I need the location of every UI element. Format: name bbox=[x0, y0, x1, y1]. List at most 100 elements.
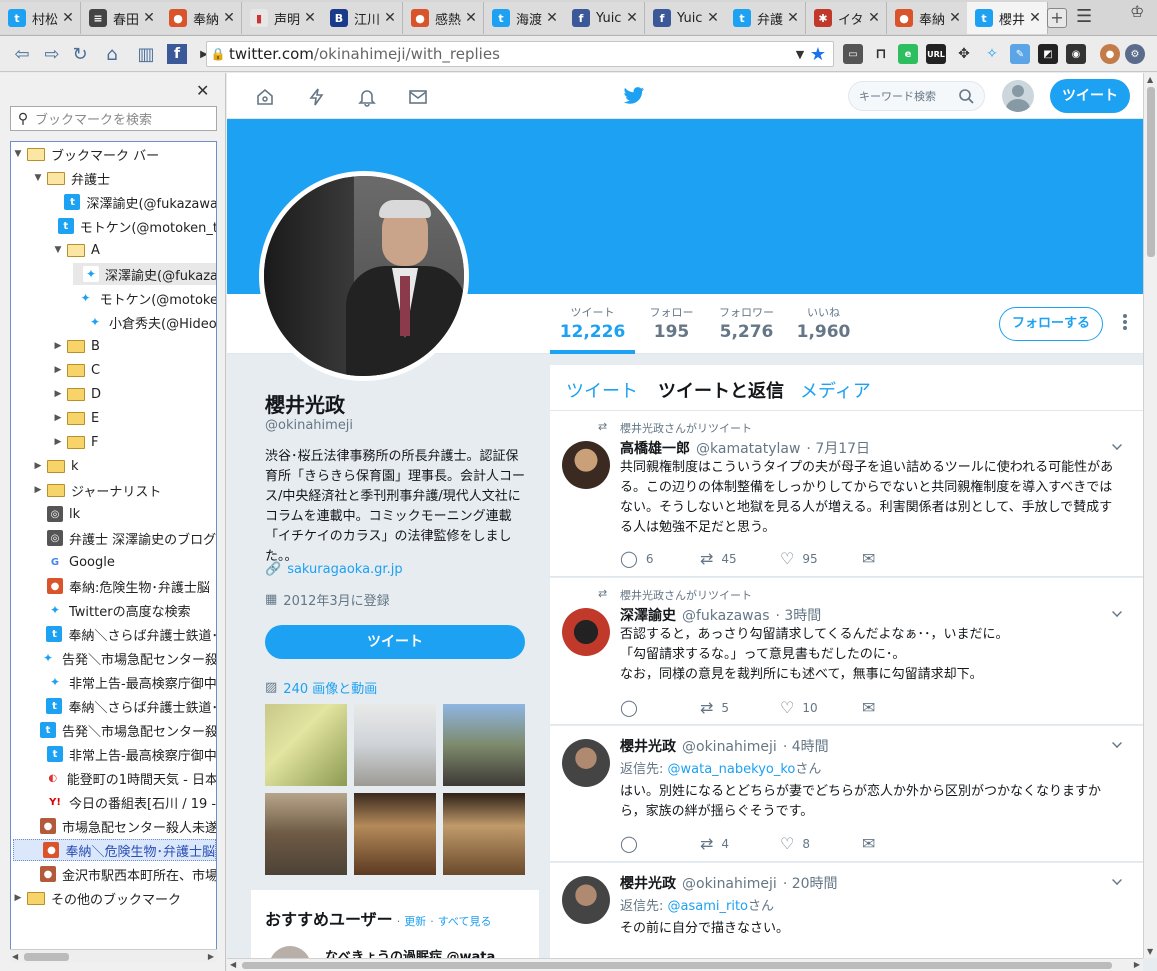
tab-list-menu-icon[interactable]: ☰ bbox=[1076, 6, 1092, 27]
bookmark-item[interactable]: ✦ 告発＼市場急配センター殺 bbox=[33, 647, 216, 669]
collapsed-arrow-icon[interactable]: ▶ bbox=[53, 437, 63, 447]
browser-tab[interactable]: ▮ 声明 ✕ bbox=[242, 2, 323, 34]
page-hscrollbar[interactable]: ◀ ▶ bbox=[227, 958, 1143, 971]
twitter-ext-icon[interactable]: ✧ bbox=[982, 44, 1002, 64]
evernote-icon[interactable]: e bbox=[898, 44, 918, 64]
tab-close-icon[interactable]: ✕ bbox=[221, 10, 237, 26]
message-action[interactable]: ✉ bbox=[862, 834, 883, 853]
tab-close-icon[interactable]: ✕ bbox=[705, 10, 721, 26]
tweet[interactable]: 櫻井光政 @okinahimeji · 4時間 返信先: @wata_nabekyo_… bbox=[550, 726, 1143, 862]
profile-avatar[interactable] bbox=[259, 171, 469, 381]
profile-tweet-button[interactable]: ツイート bbox=[265, 625, 525, 659]
note-icon[interactable]: ◩ bbox=[1038, 44, 1058, 64]
bookmark-item[interactable]: ● 市場急配センター殺人未遂 bbox=[33, 815, 216, 837]
browser-tab[interactable]: f Yuic ✕ bbox=[645, 2, 726, 34]
tab-close-icon[interactable]: ✕ bbox=[463, 10, 479, 26]
close-sidebar-icon[interactable]: ✕ bbox=[196, 81, 209, 100]
reply-action[interactable]: ◯ bbox=[620, 834, 646, 853]
chevron-down-icon[interactable] bbox=[1112, 738, 1122, 748]
bookmark-item[interactable]: t 告発＼市場急配センター殺 bbox=[33, 719, 216, 741]
user-avatar-icon[interactable]: ● bbox=[1100, 44, 1120, 64]
tab-close-icon[interactable]: ✕ bbox=[785, 10, 801, 26]
tweet-author-handle[interactable]: @kamatatylaw bbox=[696, 441, 800, 457]
reload-icon[interactable]: ↻ bbox=[68, 42, 92, 66]
tab-close-icon[interactable]: ✕ bbox=[1027, 10, 1043, 26]
back-icon[interactable]: ⇦ bbox=[10, 42, 34, 66]
sidebar-hscroll-thumb[interactable] bbox=[24, 953, 69, 961]
media-thumbnail[interactable] bbox=[443, 793, 525, 875]
bookmark-folder[interactable]: ▼ ブックマーク バー bbox=[13, 143, 216, 165]
tweet-author-name[interactable]: 深澤諭史 bbox=[620, 608, 676, 624]
url-shortener-icon[interactable]: URL bbox=[926, 44, 946, 64]
bookmark-folder[interactable]: ▼ 弁護士 bbox=[33, 167, 216, 189]
new-tab-icon[interactable]: + bbox=[1047, 8, 1067, 28]
tweet-author-name[interactable]: 櫻井光政 bbox=[620, 876, 676, 892]
tab-close-icon[interactable]: ✕ bbox=[141, 10, 157, 26]
retweet-action[interactable]: ⇄ 45 bbox=[700, 549, 737, 568]
browser-tab[interactable]: f Yuic ✕ bbox=[564, 2, 645, 34]
tweet-time[interactable]: · 7月17日 bbox=[806, 441, 870, 457]
tweet-avatar[interactable] bbox=[562, 608, 610, 656]
retweet-action[interactable]: ⇄ 5 bbox=[700, 698, 729, 717]
search-icon[interactable] bbox=[958, 88, 974, 104]
message-action[interactable]: ✉ bbox=[862, 549, 883, 568]
collapsed-arrow-icon[interactable]: ▶ bbox=[53, 341, 63, 351]
like-action[interactable]: ♡ 10 bbox=[780, 698, 818, 717]
profile-handle[interactable]: @okinahimeji bbox=[265, 418, 353, 433]
stat-1[interactable]: フォロー 195 bbox=[639, 304, 704, 342]
tweet-author-name[interactable]: 高橋雄一郎 bbox=[620, 441, 690, 457]
bookmark-item[interactable]: ✦ Twitterの高度な検索 bbox=[33, 599, 216, 621]
recommend-see-all-link[interactable]: すべて見る bbox=[438, 913, 492, 929]
collapsed-arrow-icon[interactable]: ▶ bbox=[33, 461, 43, 471]
collapsed-arrow-icon[interactable]: ▶ bbox=[53, 389, 63, 399]
stat-0[interactable]: ツイート 12,226 bbox=[550, 304, 635, 342]
reply-to-user[interactable]: @asami_rito bbox=[668, 899, 749, 914]
page-hscroll-thumb[interactable] bbox=[242, 962, 1112, 969]
collapsed-arrow-icon[interactable]: ▶ bbox=[53, 365, 63, 375]
bookmark-item[interactable]: t 非常上告-最高検察庁御中 bbox=[33, 743, 216, 765]
browser-tab[interactable]: ≡ 春田 ✕ bbox=[81, 2, 162, 34]
tweet-author-handle[interactable]: @okinahimeji bbox=[682, 876, 777, 892]
edit-icon[interactable]: ✎ bbox=[1010, 44, 1030, 64]
bookmark-item[interactable]: ● 奉納:危険生物･弁護士脳 bbox=[33, 575, 216, 597]
bookmark-item[interactable]: t 深澤諭史(@fukazawa bbox=[53, 191, 216, 213]
sidebar-hscrollbar[interactable]: ◀ ▶ bbox=[10, 949, 217, 963]
bookmark-item[interactable]: G Google bbox=[33, 551, 216, 573]
media-thumbnail[interactable] bbox=[265, 704, 347, 786]
browser-tab[interactable]: ✱ イタ ✕ bbox=[806, 2, 887, 34]
tweet-author-handle[interactable]: @fukazawas bbox=[682, 608, 770, 624]
chevron-down-icon[interactable] bbox=[1112, 607, 1122, 617]
tab-close-icon[interactable]: ✕ bbox=[947, 10, 963, 26]
collapsed-arrow-icon[interactable]: ▶ bbox=[13, 893, 23, 903]
browser-tab[interactable]: t 弁護 ✕ bbox=[725, 2, 806, 34]
account-avatar[interactable] bbox=[1002, 80, 1034, 112]
bookmark-item[interactable]: ◐ 能登町の1時間天気 - 日本 bbox=[33, 767, 216, 789]
bookmark-item[interactable]: t 奉納＼さらば弁護士鉄道･ bbox=[33, 695, 216, 717]
bookmark-folder[interactable]: ▶ その他のブックマーク bbox=[13, 887, 216, 909]
forward-icon[interactable]: ⇨ bbox=[40, 42, 64, 66]
browser-tab[interactable]: t 村松 ✕ bbox=[0, 2, 81, 34]
bookmark-folder[interactable]: ▼ A bbox=[53, 239, 216, 261]
move-icon[interactable]: ✥ bbox=[954, 44, 974, 64]
tab-close-icon[interactable]: ✕ bbox=[302, 10, 318, 26]
bookmark-item[interactable]: ✦ モトケン(@motoke bbox=[73, 287, 216, 309]
feed-tab-tweets[interactable]: ツイート bbox=[566, 377, 638, 403]
twitter-search-input[interactable]: キーワード検索 bbox=[848, 81, 985, 111]
bookmark-icon[interactable]: ⊓ bbox=[871, 44, 891, 64]
recommend-refresh-link[interactable]: 更新 bbox=[404, 913, 426, 929]
bookmark-folder[interactable]: ▶ C bbox=[53, 359, 216, 381]
feed-tab-replies[interactable]: ツイートと返信 bbox=[658, 377, 784, 403]
page-vscrollbar[interactable]: ▲ ▼ bbox=[1143, 73, 1157, 958]
media-count[interactable]: 240 画像と動画 bbox=[283, 678, 377, 697]
tweet[interactable]: ⇄ 櫻井光政さんがリツイート 高橋雄一郎 @kamatatylaw · 7月17日 共同… bbox=[550, 411, 1143, 577]
tab-close-icon[interactable]: ✕ bbox=[382, 10, 398, 26]
expanded-arrow-icon[interactable]: ▼ bbox=[53, 245, 63, 255]
expanded-arrow-icon[interactable]: ▼ bbox=[33, 173, 43, 183]
bookmark-item[interactable]: t 奉納＼さらば弁護士鉄道･ bbox=[33, 623, 216, 645]
tab-close-icon[interactable]: ✕ bbox=[544, 10, 560, 26]
bookmark-item[interactable]: t モトケン(@motoken_t bbox=[53, 215, 216, 237]
bookmark-folder[interactable]: ▶ k bbox=[33, 455, 216, 477]
bookmark-search-input[interactable]: ⚲ ブックマークを検索 bbox=[10, 106, 217, 131]
messages-icon[interactable] bbox=[408, 87, 428, 107]
more-options-icon[interactable] bbox=[1120, 312, 1130, 336]
